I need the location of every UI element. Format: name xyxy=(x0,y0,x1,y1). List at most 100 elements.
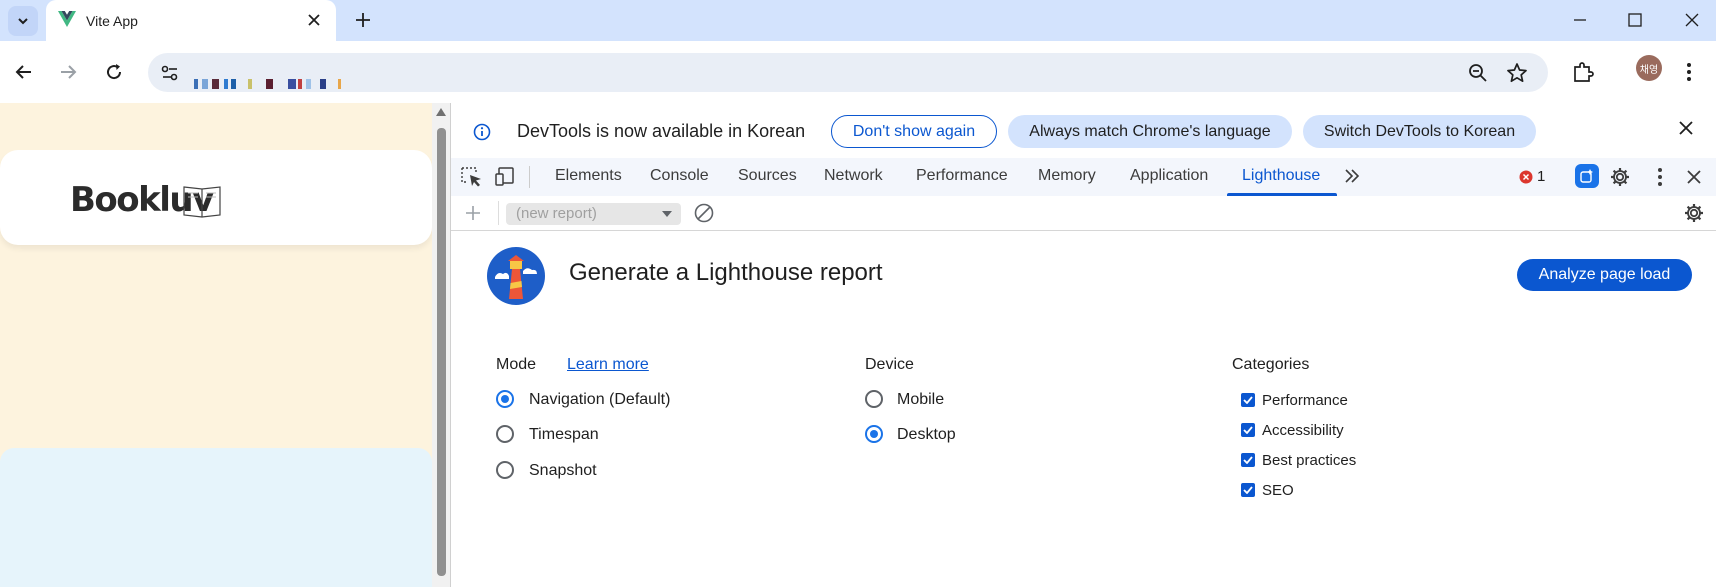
tab-console[interactable]: Console xyxy=(650,167,709,185)
devtools-panel: DevTools is now available in Korean Don'… xyxy=(450,103,1716,587)
profile-avatar[interactable]: 채영 xyxy=(1636,55,1662,81)
category-seo-label[interactable]: SEO xyxy=(1262,482,1294,499)
browser-tab[interactable]: Vite App xyxy=(46,0,336,41)
redacted-url-part xyxy=(320,79,326,89)
reload-icon[interactable] xyxy=(98,56,130,88)
tab-memory[interactable]: Memory xyxy=(1038,167,1096,185)
category-best-practices-label[interactable]: Best practices xyxy=(1262,452,1356,469)
checkmark-icon xyxy=(1243,396,1253,404)
close-infobar-icon[interactable] xyxy=(1679,121,1693,135)
redacted-url-part xyxy=(288,79,296,89)
redacted-url-part xyxy=(338,79,341,89)
back-arrow-icon[interactable] xyxy=(8,56,40,88)
page-section-blue xyxy=(0,448,432,587)
scrollbar-thumb[interactable] xyxy=(437,128,446,576)
scroll-up-arrow-icon[interactable] xyxy=(436,108,446,116)
devtools-tab-bar: Elements Console Sources Network Perform… xyxy=(451,158,1716,197)
inspect-element-icon[interactable] xyxy=(461,167,483,187)
match-chrome-language-button[interactable]: Always match Chrome's language xyxy=(1008,115,1292,148)
bookmark-star-icon[interactable] xyxy=(1506,62,1528,84)
category-accessibility-checkbox[interactable] xyxy=(1241,423,1255,437)
toolbar-divider xyxy=(529,166,530,188)
mode-heading: Mode xyxy=(496,356,537,373)
redacted-url-part xyxy=(212,79,219,89)
device-desktop-radio[interactable] xyxy=(865,425,883,443)
site-header: Bookluv xyxy=(0,150,432,245)
toolbar-divider xyxy=(498,201,499,225)
report-select[interactable]: (new report) xyxy=(506,203,681,225)
device-desktop-label[interactable]: Desktop xyxy=(897,426,956,444)
checkmark-icon xyxy=(1243,426,1253,434)
address-bar[interactable] xyxy=(148,53,1548,92)
device-heading: Device xyxy=(865,356,914,373)
redacted-url-part xyxy=(231,79,236,89)
category-performance-checkbox[interactable] xyxy=(1241,393,1255,407)
categories-heading: Categories xyxy=(1232,356,1310,373)
checkmark-icon xyxy=(1243,456,1253,464)
tab-title: Vite App xyxy=(86,13,138,29)
lighthouse-settings-icon[interactable] xyxy=(1683,202,1705,224)
redacted-url-part xyxy=(224,79,228,89)
mode-snapshot-radio[interactable] xyxy=(496,461,514,479)
tab-application[interactable]: Application xyxy=(1130,167,1208,185)
add-report-icon[interactable] xyxy=(465,205,481,221)
redacted-url-part xyxy=(202,79,208,89)
close-tab-icon[interactable] xyxy=(306,12,322,28)
category-performance-label[interactable]: Performance xyxy=(1262,392,1348,409)
info-icon xyxy=(473,123,491,141)
chrome-menu-icon[interactable] xyxy=(1686,61,1692,83)
dont-show-again-button[interactable]: Don't show again xyxy=(831,115,997,148)
zoom-out-icon[interactable] xyxy=(1468,63,1488,83)
clear-icon[interactable] xyxy=(694,203,714,223)
new-tab-icon[interactable] xyxy=(352,9,374,31)
mode-snapshot-label[interactable]: Snapshot xyxy=(529,462,597,480)
analyze-page-load-button[interactable]: Analyze page load xyxy=(1517,259,1692,291)
maximize-icon[interactable] xyxy=(1625,10,1645,30)
redacted-url-part xyxy=(306,79,311,89)
redacted-url-part xyxy=(266,79,273,89)
lighthouse-logo-icon xyxy=(487,247,545,305)
mode-timespan-label[interactable]: Timespan xyxy=(529,426,599,444)
device-toolbar-icon[interactable] xyxy=(495,167,517,187)
learn-more-link[interactable]: Learn more xyxy=(567,356,649,374)
category-best-practices-checkbox[interactable] xyxy=(1241,453,1255,467)
close-window-icon[interactable] xyxy=(1682,10,1702,30)
device-mobile-label[interactable]: Mobile xyxy=(897,391,944,409)
mode-timespan-radio[interactable] xyxy=(496,425,514,443)
more-tabs-icon[interactable] xyxy=(1344,169,1360,183)
chevron-down-icon xyxy=(16,14,30,28)
lighthouse-start-view: Generate a Lighthouse report Analyze pag… xyxy=(451,231,1716,587)
devtools-menu-icon[interactable] xyxy=(1657,167,1663,187)
tab-performance[interactable]: Performance xyxy=(916,167,1008,185)
mode-navigation-radio[interactable] xyxy=(496,390,514,408)
language-infobar: DevTools is now available in Korean Don'… xyxy=(451,103,1716,158)
open-book-icon xyxy=(182,183,222,219)
forward-arrow-icon[interactable] xyxy=(52,56,84,88)
checkmark-icon xyxy=(1243,486,1253,494)
infobar-message: DevTools is now available in Korean xyxy=(517,121,806,141)
tab-elements[interactable]: Elements xyxy=(555,167,622,185)
category-accessibility-label[interactable]: Accessibility xyxy=(1262,422,1344,439)
category-seo-checkbox[interactable] xyxy=(1241,483,1255,497)
redacted-url xyxy=(194,79,198,89)
error-icon[interactable] xyxy=(1519,170,1533,184)
minimize-icon[interactable] xyxy=(1570,10,1590,30)
close-devtools-icon[interactable] xyxy=(1687,170,1701,184)
tab-search-button[interactable] xyxy=(8,6,38,36)
tab-lighthouse[interactable]: Lighthouse xyxy=(1242,167,1320,185)
extensions-icon[interactable] xyxy=(1572,61,1594,83)
browser-titlebar: Vite App xyxy=(0,0,1716,41)
redacted-url-part xyxy=(248,79,252,89)
mode-navigation-label[interactable]: Navigation (Default) xyxy=(529,391,670,409)
browser-toolbar: 채영 xyxy=(0,41,1716,103)
tab-sources[interactable]: Sources xyxy=(738,167,797,185)
web-page-viewport: Bookluv xyxy=(0,103,432,587)
settings-gear-icon[interactable] xyxy=(1609,166,1631,188)
vue-logo-icon xyxy=(58,11,76,27)
device-mobile-radio[interactable] xyxy=(865,390,883,408)
switch-to-korean-button[interactable]: Switch DevTools to Korean xyxy=(1303,115,1536,148)
error-count[interactable]: 1 xyxy=(1537,168,1545,185)
ai-assistance-icon[interactable] xyxy=(1575,164,1599,188)
site-settings-icon[interactable] xyxy=(160,63,180,83)
tab-network[interactable]: Network xyxy=(824,167,883,185)
